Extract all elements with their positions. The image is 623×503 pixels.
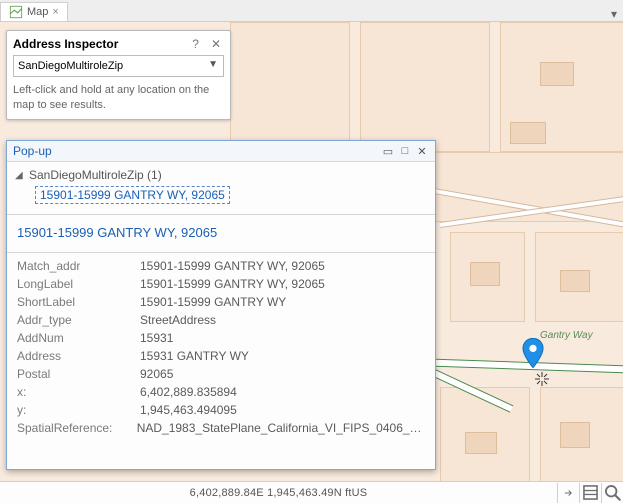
field-value: 15901-15999 GANTRY WY, 92065: [140, 277, 325, 291]
tab-menu-button[interactable]: ▾: [605, 7, 623, 21]
address-inspector-panel: Address Inspector ? ✕ ▼ Left-click and h…: [6, 30, 231, 120]
divider: [7, 252, 435, 253]
field-value: 1,945,463.494095: [140, 403, 237, 417]
field-value: 15931 GANTRY WY: [140, 349, 249, 363]
field-label: SpatialReference:: [17, 421, 129, 435]
popup-close-button[interactable]: ✕: [415, 144, 429, 158]
tab-close-icon[interactable]: ×: [52, 6, 58, 18]
map-icon: [9, 5, 23, 19]
locator-select[interactable]: ▼: [13, 55, 224, 77]
field-label: Addr_type: [17, 313, 132, 327]
field-label: Match_addr: [17, 259, 132, 273]
map-tab[interactable]: Map ×: [0, 2, 68, 21]
crosshair-icon: [535, 372, 549, 386]
field-value: 15901-15999 GANTRY WY, 92065: [140, 259, 325, 273]
popup-fields: Match_addr 15901-15999 GANTRY WY, 92065 L…: [7, 257, 435, 469]
status-options-button[interactable]: [579, 483, 601, 503]
field-row: ShortLabel 15901-15999 GANTRY WY: [17, 293, 425, 311]
help-button[interactable]: ?: [189, 37, 202, 51]
field-row: Addr_type StreetAddress: [17, 311, 425, 329]
field-row: y: 1,945,463.494095: [17, 401, 425, 419]
tree-caret-icon[interactable]: ◢: [15, 170, 25, 181]
field-row: x: 6,402,889.835894: [17, 383, 425, 401]
popup-feature-title: 15901-15999 GANTRY WY, 92065: [7, 219, 435, 248]
tab-strip: Map × ▾: [0, 0, 623, 22]
address-inspector-hint: Left-click and hold at any location on t…: [13, 83, 224, 113]
map-pin-icon: [522, 338, 544, 368]
status-bar: 6,402,889.84E 1,945,463.49N ftUS: [0, 481, 623, 503]
field-label: Address: [17, 349, 132, 363]
field-label: x:: [17, 385, 132, 399]
field-value: 15931: [140, 331, 173, 345]
popup-window: Pop-up ▭ □ ✕ ◢ SanDiegoMultiroleZip (1) …: [6, 140, 436, 470]
field-value: 92065: [140, 367, 173, 381]
field-label: y:: [17, 403, 132, 417]
status-search-button[interactable]: [601, 483, 623, 503]
locator-select-value[interactable]: [13, 55, 224, 77]
field-row: Address 15931 GANTRY WY: [17, 347, 425, 365]
street-label-gantry: Gantry Way: [540, 330, 593, 341]
field-label: AddNum: [17, 331, 132, 345]
field-value: NAD_1983_StatePlane_California_VI_FIPS_0…: [137, 421, 425, 435]
field-value: 6,402,889.835894: [140, 385, 237, 399]
field-row: LongLabel 15901-15999 GANTRY WY, 92065: [17, 275, 425, 293]
popup-titlebar[interactable]: Pop-up ▭ □ ✕: [7, 141, 435, 162]
popup-minimize-button[interactable]: ▭: [381, 144, 395, 158]
field-value: 15901-15999 GANTRY WY: [140, 295, 286, 309]
field-label: ShortLabel: [17, 295, 132, 309]
field-value: StreetAddress: [140, 313, 216, 327]
address-inspector-title: Address Inspector: [13, 37, 183, 51]
popup-title: Pop-up: [13, 144, 381, 158]
field-row: SpatialReference: NAD_1983_StatePlane_Cal…: [17, 419, 425, 437]
tab-title: Map: [27, 6, 48, 18]
field-row: AddNum 15931: [17, 329, 425, 347]
divider: [7, 214, 435, 215]
close-button[interactable]: ✕: [208, 37, 224, 51]
status-coordinates: 6,402,889.84E 1,945,463.49N ftUS: [0, 487, 557, 499]
tree-root-label: SanDiegoMultiroleZip (1): [29, 168, 162, 182]
field-row: Postal 92065: [17, 365, 425, 383]
status-goto-button[interactable]: [557, 483, 579, 503]
field-label: Postal: [17, 367, 132, 381]
tree-root-row[interactable]: ◢ SanDiegoMultiroleZip (1): [15, 168, 427, 182]
popup-result-tree: ◢ SanDiegoMultiroleZip (1) 15901-15999 G…: [7, 162, 435, 210]
field-label: LongLabel: [17, 277, 132, 291]
popup-maximize-button[interactable]: □: [398, 144, 412, 158]
tree-item-selected[interactable]: 15901-15999 GANTRY WY, 92065: [35, 186, 230, 204]
field-row: Match_addr 15901-15999 GANTRY WY, 92065: [17, 257, 425, 275]
